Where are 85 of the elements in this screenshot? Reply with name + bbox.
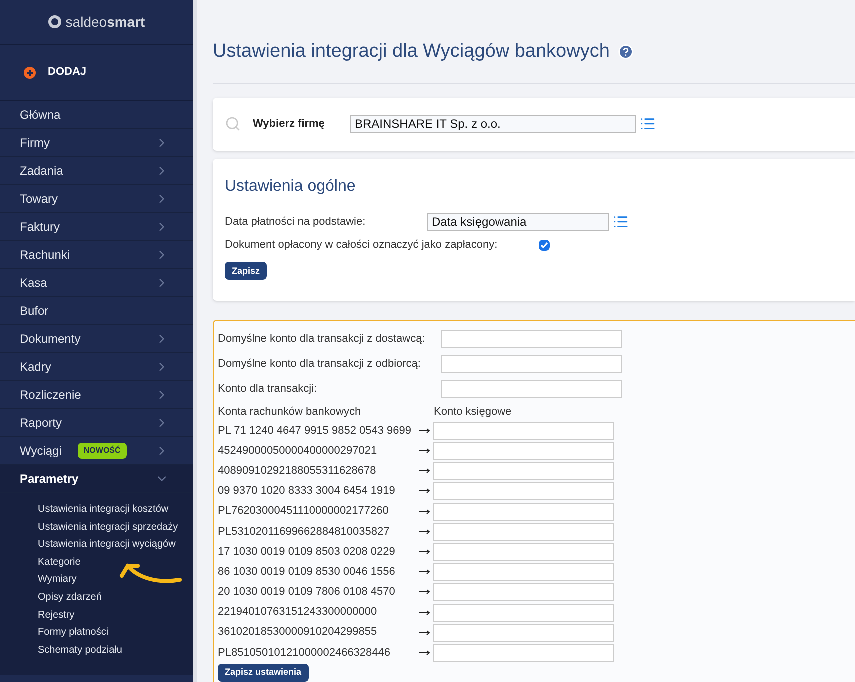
- sidebar-item[interactable]: Parametry: [0, 465, 193, 493]
- search-icon: [225, 116, 241, 132]
- sidebar-item[interactable]: Faktury: [0, 213, 193, 241]
- ledger-account-field[interactable]: [433, 624, 614, 642]
- submenu-item[interactable]: Opisy zdarzeń: [38, 588, 193, 607]
- page-title: Ustawienia integracji dla Wyciągów bankowych: [213, 40, 610, 64]
- arrow-right-icon: [419, 650, 431, 656]
- ledger-account-field[interactable]: [433, 604, 614, 622]
- submenu-item[interactable]: Ustawienia integracji sprzedaży: [38, 518, 193, 536]
- section-title: Ustawienia ogólne: [225, 176, 357, 197]
- bank-account-number: 09 9370 1020 8333 3004 6454 1919: [218, 484, 396, 500]
- field-label: Konto dla transakcji:: [218, 382, 318, 397]
- ledger-account-field[interactable]: [433, 422, 614, 440]
- date-label: Data płatności na podstawie:: [225, 214, 367, 230]
- bank-account-number: 45249000050000400000297021: [218, 444, 378, 459]
- field-label: Domyślne konto dla transakcji z odbiorcą:: [218, 357, 422, 372]
- sidebar-item[interactable]: Kadry: [0, 353, 193, 381]
- ledger-account-field[interactable]: [433, 502, 614, 521]
- arrow-right-icon: [419, 589, 431, 596]
- company-field[interactable]: BRAINSHARE IT Sp. z o.o.: [350, 115, 636, 134]
- sidebar-item[interactable]: Główna: [0, 101, 193, 129]
- account-field[interactable]: [441, 330, 622, 348]
- ledger-account-field[interactable]: [433, 644, 614, 662]
- ledger-account-field[interactable]: [433, 462, 614, 480]
- ledger-account-field[interactable]: [433, 522, 614, 541]
- sidebar-item[interactable]: Rozliczenie: [0, 381, 193, 409]
- bank-account-number: 22194010763151243300000000: [218, 605, 378, 620]
- account-field[interactable]: [441, 355, 622, 374]
- bank-account-number: PL53102011699662884810035827: [218, 524, 391, 540]
- field-label: Domyślne konto dla transakcji z dostawcą:: [218, 332, 426, 347]
- logo-text: saldeosmart: [66, 12, 146, 32]
- arrow-right-icon: [419, 488, 431, 494]
- company-label: Wybierz firmę: [253, 116, 326, 132]
- sidebar-item[interactable]: Rachunki: [0, 241, 193, 269]
- submenu-item[interactable]: Ustawienia integracji kosztów: [38, 501, 193, 519]
- sidebar-item[interactable]: Zadania: [0, 157, 193, 185]
- column-header: Konta rachunków bankowych: [218, 404, 362, 420]
- arrow-right-icon: [419, 448, 431, 454]
- arrow-right-icon: [419, 548, 431, 555]
- logo-icon: [48, 15, 62, 29]
- bank-account-number: PL85105010121000002466328446: [218, 646, 392, 661]
- paid-checkbox[interactable]: [539, 240, 550, 251]
- submenu-item[interactable]: Rejestry: [38, 606, 193, 624]
- submenu-item[interactable]: Wymiary: [38, 571, 193, 589]
- column-header: Konto księgowe: [434, 404, 512, 420]
- save-settings-button[interactable]: Zapisz ustawienia: [218, 664, 309, 682]
- new-badge: NOWOŚĆ: [78, 442, 127, 458]
- arrow-right-icon: [419, 569, 431, 576]
- submenu-item[interactable]: Formy płatności: [38, 624, 193, 642]
- list-icon[interactable]: [640, 116, 656, 132]
- ledger-account-field[interactable]: [433, 542, 614, 561]
- sidebar-item[interactable]: Raporty: [0, 409, 193, 437]
- help-icon[interactable]: [618, 44, 634, 60]
- bank-account-number: 86 1030 0019 0109 8530 0046 1556: [218, 564, 396, 580]
- bank-account-number: 17 1030 0019 0109 8503 0208 0229: [218, 544, 396, 560]
- submenu-item[interactable]: Kategorie: [38, 554, 193, 572]
- arrow-right-icon: [419, 428, 431, 434]
- sidebar-item[interactable]: Dokumenty: [0, 325, 193, 353]
- add-button[interactable]: DODAJ: [0, 45, 193, 101]
- bank-account-number: PL76203000451110000002177260: [218, 504, 390, 520]
- save-button[interactable]: Zapisz: [225, 262, 268, 280]
- ledger-account-field[interactable]: [433, 563, 614, 582]
- submenu-item[interactable]: Ustawienia integracji wyciągów: [38, 536, 193, 554]
- list-icon[interactable]: [613, 214, 629, 230]
- paid-label: Dokument opłacony w całości oznaczyć jako zapłacony:: [225, 238, 499, 253]
- arrow-right-icon: [419, 528, 431, 535]
- bank-account-number: 36102018530000910204299855: [218, 625, 378, 640]
- arrow-right-icon: [419, 468, 431, 474]
- arrow-right-icon: [419, 610, 431, 616]
- sidebar-item[interactable]: Kasa: [0, 269, 193, 297]
- ledger-account-field[interactable]: [433, 482, 614, 500]
- ledger-account-field[interactable]: [433, 583, 614, 602]
- sidebar-item[interactable]: Firmy: [0, 129, 193, 157]
- sidebar-item[interactable]: Towary: [0, 185, 193, 213]
- bank-account-number: 40890910292188055311628678: [218, 464, 378, 479]
- plus-icon: [24, 66, 36, 78]
- ledger-account-field[interactable]: [433, 442, 614, 460]
- bank-account-number: 20 1030 0019 0109 7806 0108 4570: [218, 585, 396, 600]
- submenu-item[interactable]: Schematy podziału: [38, 642, 193, 660]
- arrow-right-icon: [419, 508, 431, 515]
- sidebar-item[interactable]: Bufor: [0, 297, 193, 325]
- account-field[interactable]: [441, 380, 622, 398]
- bank-account-number: PL 71 1240 4647 9915 9852 0543 9699: [218, 424, 412, 439]
- date-field[interactable]: Data księgowania: [427, 212, 609, 231]
- arrow-right-icon: [419, 630, 431, 636]
